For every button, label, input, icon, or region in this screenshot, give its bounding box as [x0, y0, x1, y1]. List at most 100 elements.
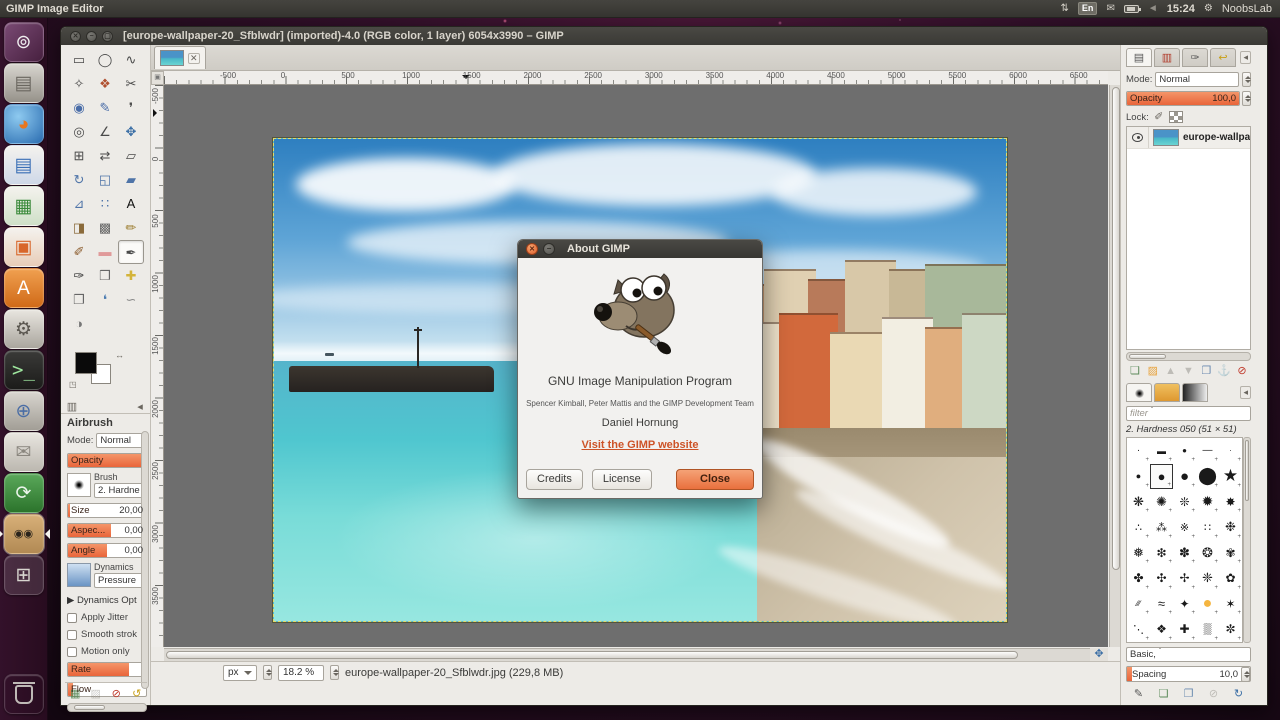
launcher-item-files[interactable]: ▤ — [4, 63, 44, 103]
brush-cell[interactable]: ⬤ — [1196, 464, 1219, 489]
brush-cell[interactable]: ✾ — [1219, 540, 1242, 565]
tab-channels[interactable]: ▥ — [1154, 48, 1180, 67]
brush-cell[interactable]: ∷ — [1196, 515, 1219, 540]
brush-cell[interactable]: · — [1127, 438, 1150, 463]
raise-layer-icon[interactable]: ▲ — [1164, 364, 1178, 378]
tool-cage-transform[interactable]: ∷ — [92, 192, 118, 216]
anchor-layer-icon[interactable]: ⚓ — [1217, 364, 1231, 378]
launcher-item-firefox[interactable]: ◕ — [4, 104, 44, 144]
launcher-item-system-settings[interactable]: ⚙ — [4, 309, 44, 349]
foreground-color-swatch[interactable] — [75, 352, 97, 374]
reset-colors-icon[interactable]: ◳ — [69, 380, 77, 389]
brush-cell[interactable]: ❖ — [1150, 617, 1173, 642]
tool-eraser[interactable]: ▬ — [92, 240, 118, 264]
tool-paintbrush[interactable]: ✐ — [66, 240, 92, 264]
launcher-item-trash[interactable] — [4, 674, 44, 714]
tool-ellipse-select[interactable]: ◯ — [92, 48, 118, 72]
brush-cell[interactable]: ❅ — [1127, 540, 1150, 565]
new-brush-icon[interactable]: ❏ — [1157, 687, 1171, 701]
collapse-dock-icon[interactable]: ◂ — [1240, 51, 1251, 64]
brush-cell[interactable]: ❇ — [1150, 540, 1173, 565]
brush-cell[interactable]: ★ — [1219, 464, 1242, 489]
brush-cell[interactable]: — — [1196, 438, 1219, 463]
brush-cell[interactable]: ● — [1150, 464, 1173, 489]
layer-list[interactable]: europe-wallpape — [1126, 126, 1251, 350]
network-icon[interactable]: ⇅ — [1061, 3, 1069, 14]
about-dialog-titlebar[interactable]: ✕ − About GIMP — [518, 240, 762, 258]
new-layer-group-icon[interactable]: ▨ — [1146, 364, 1160, 378]
launcher-item-libreoffice-impress[interactable]: ▣ — [4, 227, 44, 267]
swap-colors-icon[interactable]: ↔ — [115, 350, 124, 360]
username[interactable]: NoobsLab — [1222, 3, 1272, 15]
layer-row[interactable]: europe-wallpape — [1127, 127, 1250, 149]
tool-ink[interactable]: ✑ — [66, 264, 92, 288]
brush-select[interactable]: 2. Hardne — [94, 483, 147, 498]
tool-airbrush[interactable]: ✒ — [118, 240, 144, 264]
layer-list-hscrollbar[interactable] — [1126, 352, 1251, 361]
launcher-item-terminal[interactable]: >_ — [4, 350, 44, 390]
tool-perspective[interactable]: ⊿ — [66, 192, 92, 216]
lower-layer-icon[interactable]: ▼ — [1181, 364, 1195, 378]
tool-shear[interactable]: ▰ — [118, 168, 144, 192]
brush-cell[interactable]: ✺ — [1150, 489, 1173, 514]
checkbox-box[interactable] — [67, 630, 77, 640]
spacing-spinner[interactable] — [1241, 667, 1250, 682]
mode-select[interactable]: Normal — [96, 433, 147, 448]
brush-cell[interactable]: ▬ — [1150, 438, 1173, 463]
delete-brush-icon[interactable]: ⊘ — [1207, 687, 1221, 701]
angle-slider[interactable]: Angle 0,00 — [67, 543, 147, 558]
tool-fuzzy-select[interactable]: ✧ — [66, 72, 92, 96]
window-maximize-button[interactable]: ▢ — [102, 31, 113, 42]
tool-dodge-burn[interactable]: ◑ — [66, 312, 92, 336]
brush-grid-vscrollbar[interactable] — [1243, 437, 1251, 643]
tool-bucket-fill[interactable]: ◨ — [66, 216, 92, 240]
panel-menu-icon[interactable]: ▥ — [65, 400, 79, 414]
tool-scissors-select[interactable]: ✂ — [118, 72, 144, 96]
tab-close-icon[interactable]: ✕ — [188, 53, 200, 64]
clock[interactable]: 15:24 — [1167, 3, 1195, 15]
unit-spinner[interactable] — [263, 665, 272, 680]
brush-cell[interactable]: ∴ — [1127, 515, 1150, 540]
brush-cell[interactable]: ✚ — [1173, 617, 1196, 642]
launcher-item-libreoffice-calc[interactable]: ▦ — [4, 186, 44, 226]
tool-color-picker[interactable]: ❜ — [118, 96, 144, 120]
vertical-ruler[interactable]: -50005001000150020002500300035004000 — [151, 85, 164, 647]
credits-button[interactable]: Credits — [526, 469, 583, 490]
tool-text[interactable]: A — [118, 192, 144, 216]
tool-move[interactable]: ✥ — [118, 120, 144, 144]
zoom-spinner[interactable] — [330, 665, 339, 680]
size-slider[interactable]: Size 20,00 — [67, 503, 147, 518]
brush-spacing-slider[interactable]: Spacing 10,0 — [1126, 666, 1251, 682]
tool-free-select[interactable]: ∿ — [118, 48, 144, 72]
session-gear-icon[interactable]: ⚙ — [1204, 3, 1213, 14]
brush-cell[interactable]: ● — [1173, 464, 1196, 489]
launcher-item-software-center[interactable]: A — [4, 268, 44, 308]
tool-clone[interactable]: ❒ — [92, 264, 118, 288]
layer-mode-spinner[interactable] — [1242, 72, 1251, 87]
dynamics-options-expander[interactable]: ▶ Dynamics Opt — [67, 595, 147, 606]
tool-foreground-select[interactable]: ◉ — [66, 96, 92, 120]
horizontal-ruler[interactable]: -500050010001500200025003000350040004500… — [164, 71, 1108, 85]
color-swatch-area[interactable]: ↔ ◳ — [69, 350, 129, 396]
brush-filter-input[interactable]: filter — [1126, 406, 1251, 421]
brush-cell[interactable]: ✽ — [1173, 540, 1196, 565]
dynamics-select[interactable]: Pressure — [94, 573, 147, 588]
new-layer-icon[interactable]: ❏ — [1128, 364, 1142, 378]
tab-patterns[interactable] — [1154, 383, 1180, 402]
license-button[interactable]: License — [592, 469, 652, 490]
launcher-item-workspace-switcher[interactable]: ⊞ — [4, 555, 44, 595]
brush-cell[interactable]: ⁂ — [1150, 515, 1173, 540]
launcher-item-gimp[interactable]: ◉◉ — [4, 514, 44, 554]
brush-cell[interactable]: ✸ — [1219, 489, 1242, 514]
collapse-dock-icon[interactable]: ◂ — [1240, 386, 1251, 399]
tool-zoom[interactable]: ◎ — [66, 120, 92, 144]
checkbox-box[interactable] — [67, 613, 77, 623]
gimp-titlebar[interactable]: ✕−▢ [europe-wallpaper-20_Sfblwdr] (impor… — [61, 27, 1267, 45]
brush-cell[interactable]: ✢ — [1173, 566, 1196, 591]
brush-cell[interactable]: ❊ — [1173, 489, 1196, 514]
tab-brushes[interactable] — [1126, 383, 1152, 402]
window-close-button[interactable]: ✕ — [70, 31, 81, 42]
window-minimize-button[interactable]: − — [86, 31, 97, 42]
brush-cell[interactable]: ✿ — [1219, 566, 1242, 591]
launcher-item-software-updater[interactable]: ⟳ — [4, 473, 44, 513]
